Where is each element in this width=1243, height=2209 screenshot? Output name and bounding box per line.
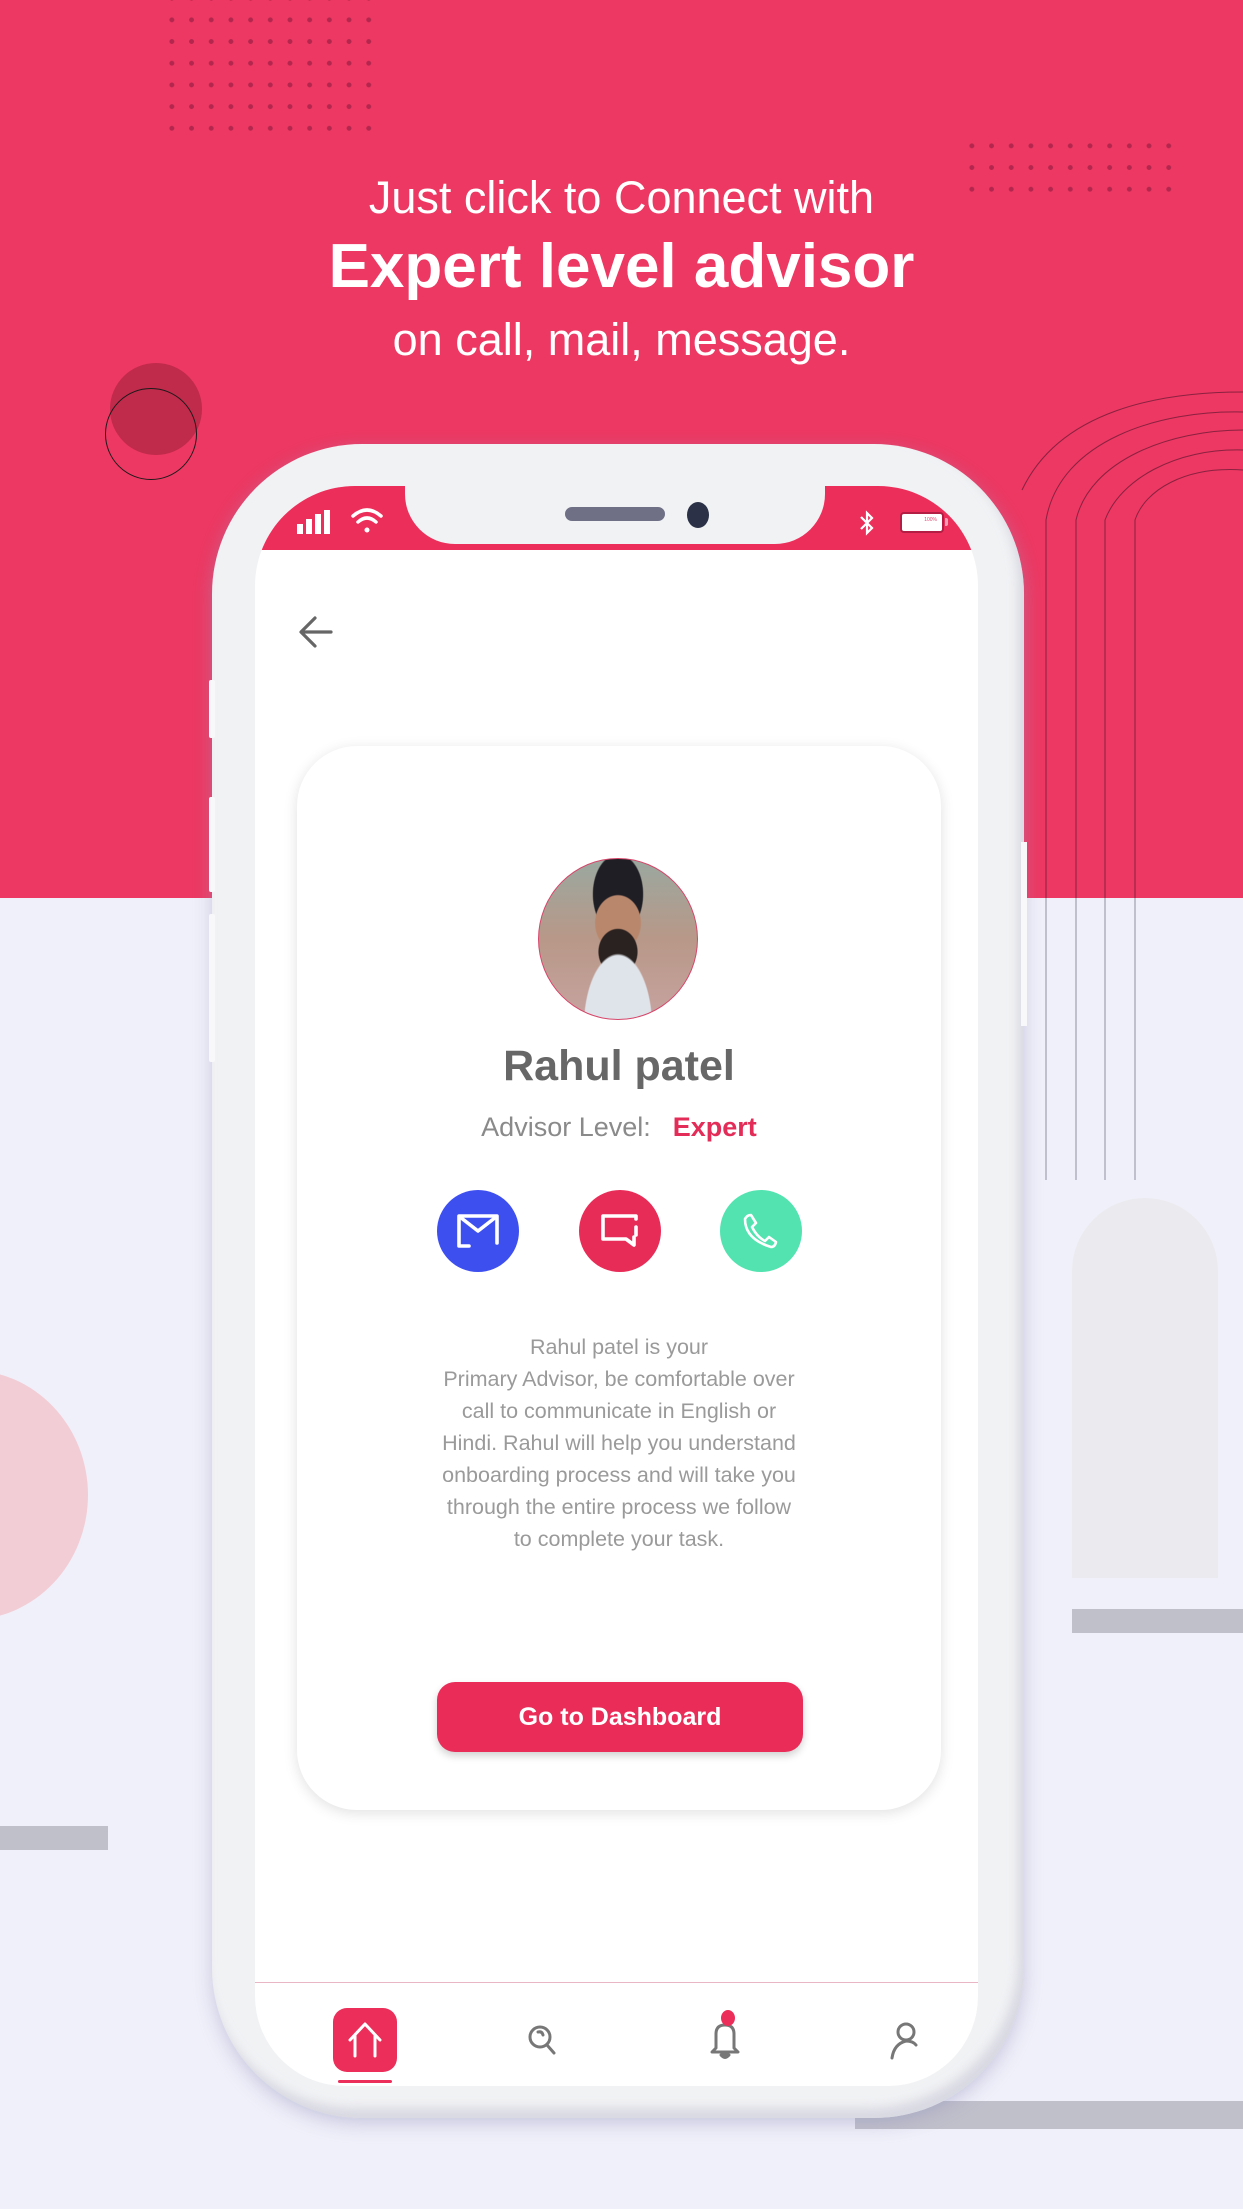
phone-side-button: [209, 680, 215, 738]
speaker-grille: [565, 507, 665, 521]
tab-home[interactable]: [333, 2008, 397, 2072]
phone-screen: 100% Rahul patel Advisor Level:Expert R: [255, 486, 978, 2086]
description-line: to complete your task.: [513, 1527, 725, 1551]
advisor-description: Rahul patel is your Primary Advisor, be …: [407, 1331, 831, 1555]
phone-side-button: [209, 914, 215, 1062]
description-line: through the entire process we follow: [446, 1495, 792, 1519]
description-line: call to communicate in English or: [461, 1399, 777, 1423]
bell-icon: [710, 2023, 740, 2059]
signal-icon: [297, 510, 330, 534]
bar-decoration: [1072, 1609, 1243, 1633]
dot-pattern-decoration: [160, 0, 375, 140]
mail-button[interactable]: [437, 1190, 519, 1272]
description-line: Primary Advisor, be comfortable over: [443, 1367, 795, 1391]
active-tab-indicator: [338, 2080, 392, 2083]
phone-icon: [743, 1213, 778, 1249]
advisor-name: Rahul patel: [503, 1042, 735, 1090]
notification-badge: [721, 2010, 735, 2026]
call-button[interactable]: [720, 1190, 802, 1272]
advisor-level: Advisor Level: Expert: [297, 1112, 941, 1143]
bar-decoration: [0, 1826, 108, 1850]
front-camera: [687, 502, 709, 528]
pill-decoration: [1072, 1198, 1218, 1578]
home-icon: [348, 2022, 382, 2058]
status-bar: 100%: [255, 486, 978, 550]
mail-icon: [457, 1214, 499, 1248]
advisor-level-label: Advisor Level:: [481, 1112, 651, 1142]
phone-side-button: [209, 797, 215, 892]
battery-icon: 100%: [900, 512, 944, 533]
battery-tip: [945, 518, 948, 526]
advisor-card: Rahul patel Advisor Level: Expert Rahul p…: [297, 746, 941, 1810]
search-icon: [528, 2025, 556, 2055]
wifi-icon: [351, 508, 383, 533]
arches-lines-decoration: [1045, 898, 1136, 1180]
tab-profile[interactable]: [872, 2008, 936, 2072]
description-line: Hindi. Rahul will help you understand: [442, 1431, 796, 1455]
advisor-avatar: [538, 858, 698, 1020]
user-icon: [890, 2022, 918, 2060]
chat-icon: [601, 1214, 638, 1247]
tabbar-divider: [255, 1982, 978, 1983]
message-button[interactable]: [579, 1190, 661, 1272]
headline-line-2: Expert level advisor: [328, 232, 915, 301]
circle-outline-decoration: [105, 388, 197, 480]
description-line: onboarding process and will take you: [442, 1463, 796, 1487]
headline-line-3: on call, mail, message.: [392, 314, 851, 365]
phone-side-button: [1021, 842, 1027, 1026]
go-to-dashboard-button[interactable]: Go to Dashboard: [437, 1682, 803, 1752]
promo-headline: Just click to Connect with Expert level …: [0, 168, 1243, 374]
arrow-left-icon[interactable]: [295, 610, 339, 654]
headline-line-1: Just click to Connect with: [368, 172, 875, 223]
bluetooth-icon: [860, 510, 874, 536]
tab-search[interactable]: [511, 2008, 575, 2072]
advisor-level-value: Expert: [672, 1112, 757, 1142]
description-line: Rahul patel is your: [529, 1335, 709, 1359]
